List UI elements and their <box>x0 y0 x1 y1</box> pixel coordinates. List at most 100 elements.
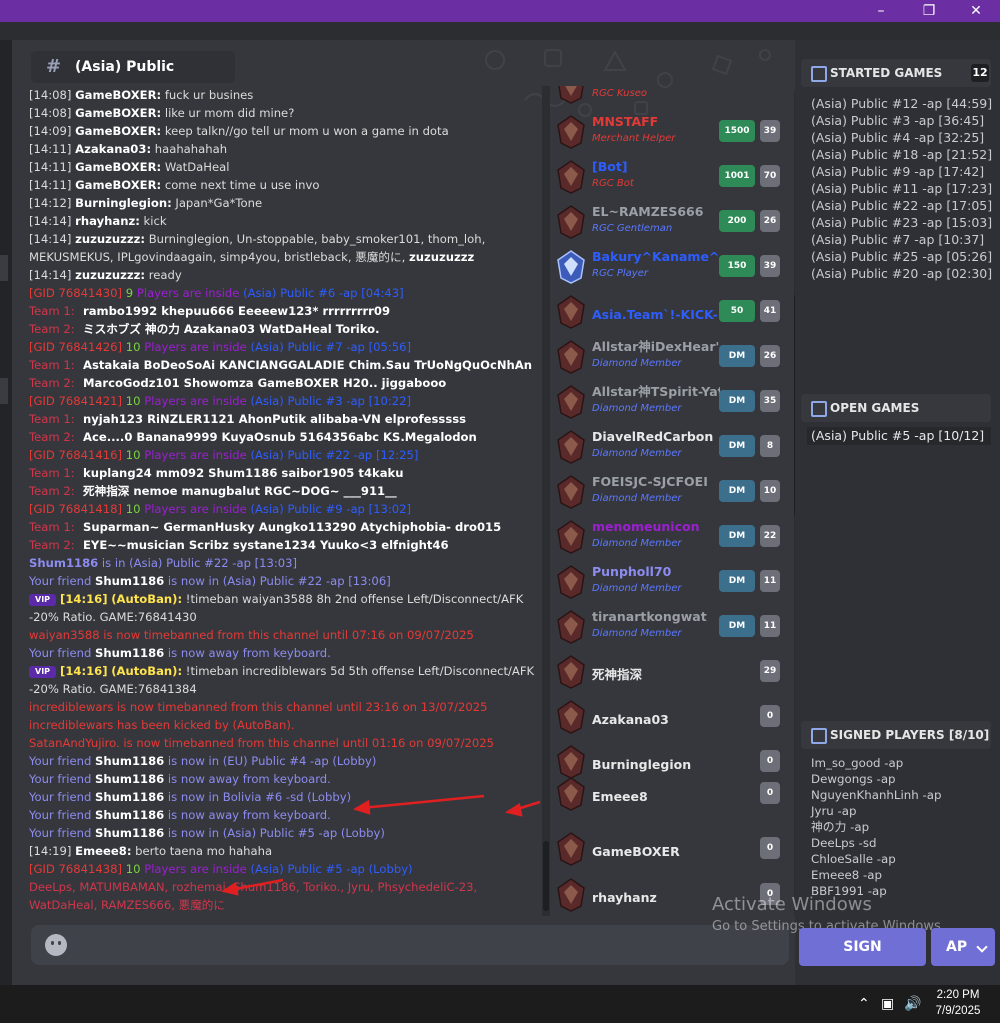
chevron-up-icon[interactable]: ⌃ <box>858 985 870 1023</box>
game-line: [GID 76841421] 10 Players are inside (As… <box>29 394 412 408</box>
mode-select[interactable]: AP <box>931 928 995 966</box>
signed-player-item: Dewgongs -ap <box>811 772 896 786</box>
friend-line: Your friend Shum1186 is now in (EU) Publ… <box>29 754 377 768</box>
started-game-item[interactable]: (Asia) Public #3 -ap [36:45] <box>811 112 992 129</box>
player-list[interactable]: RGC Kuseo MNSTAFF Merchant Helper 1500 39 [Bo… <box>556 86 795 916</box>
ban-line: incrediblewars is now timebanned from th… <box>29 700 488 714</box>
started-games-list[interactable]: (Asia) Public #12 -ap [44:59] (Asia) Publ… <box>811 95 992 282</box>
sign-button[interactable]: SIGN <box>799 928 926 966</box>
player-row[interactable]: Azakana03 0 <box>556 698 788 743</box>
volume-icon[interactable]: 🔊 <box>904 985 921 1023</box>
chat-log[interactable]: [14:08] GameBOXER: fuck ur busines [14:0… <box>29 86 541 916</box>
player-name: Punpholl70 <box>592 564 672 579</box>
player-name: Burninglegion <box>592 757 692 772</box>
rail-marker <box>0 378 8 404</box>
level-badge: 0 <box>760 705 780 727</box>
player-name: Bakury^Kaname^Ma <box>592 249 720 264</box>
rank-icon <box>557 115 585 149</box>
friend-line: Your friend Shum1186 is now in (Asia) Pu… <box>29 574 391 588</box>
player-row[interactable]: EL~RAMZES666 RGC Gentleman 200 26 <box>556 203 788 248</box>
player-row[interactable]: RGC Kuseo <box>556 86 788 113</box>
player-role: RGC Player <box>592 268 648 279</box>
started-game-item[interactable]: (Asia) Public #20 -ap [02:30] <box>811 265 992 282</box>
level-badge: 0 <box>760 750 780 772</box>
clock[interactable]: 2:20 PM 7/9/2025 <box>925 987 991 1019</box>
player-role: Diamond Member <box>592 493 682 504</box>
chat-message: [14:14] rhayhanz: kick <box>29 214 167 228</box>
player-row[interactable]: Asia.Team`!-KICK-! 50 41 <box>556 293 788 338</box>
rating-badge: DM <box>719 615 755 637</box>
vip-badge: VIP <box>29 594 57 606</box>
minimize-icon[interactable]: – <box>858 0 904 22</box>
player-name: FOEISJC-SJCFOEI <box>592 474 708 489</box>
player-row[interactable]: Allstar神iDexHear' Diamond Member DM 26 <box>556 338 788 383</box>
player-role: Diamond Member <box>592 403 682 414</box>
player-row[interactable]: tiranartkongwat Diamond Member DM 11 <box>556 608 788 653</box>
player-row[interactable]: GameBOXER 0 <box>556 830 788 875</box>
rating-badge: DM <box>719 480 755 502</box>
chat-message: [14:11] Azakana03: haahahahah <box>29 142 228 156</box>
chat-message: [14:14] zuzuzuzzz: Burninglegion, Un-sto… <box>29 232 486 264</box>
rank-icon <box>557 385 585 419</box>
chat-message: [14:14] zuzuzuzzz: ready <box>29 268 182 282</box>
started-game-item[interactable]: (Asia) Public #18 -ap [21:52] <box>811 146 992 163</box>
channel-header[interactable]: # (Asia) Public <box>31 51 235 83</box>
started-game-item[interactable]: (Asia) Public #25 -ap [05:26] <box>811 248 992 265</box>
player-name: menomeunicon <box>592 519 700 534</box>
chat-message: [14:08] GameBOXER: like ur mom did mine? <box>29 106 295 120</box>
player-role: Diamond Member <box>592 448 682 459</box>
chat-message: [14:12] Burninglegion: Japan*Ga*Tone <box>29 196 263 210</box>
started-game-item[interactable]: (Asia) Public #23 -ap [15:03] <box>811 214 992 231</box>
signed-player-item: NguyenKhanhLinh -ap <box>811 788 942 802</box>
signed-player-item: 神の力 -ap <box>811 820 870 834</box>
player-row[interactable]: Allstar神TSpirit-Yato Diamond Member DM 35 <box>556 383 788 428</box>
open-game-row[interactable]: (Asia) Public #5 -ap [10/12] <box>807 427 991 445</box>
network-icon[interactable]: ▣ <box>881 985 894 1023</box>
team-line: Team 1: rambo1992 khepuu666 Eeeeew123* rr… <box>29 304 391 318</box>
started-game-item[interactable]: (Asia) Public #4 -ap [32:25] <box>811 129 992 146</box>
started-game-item[interactable]: (Asia) Public #12 -ap [44:59] <box>811 95 992 112</box>
player-row[interactable]: Punpholl70 Diamond Member DM 11 <box>556 563 788 608</box>
player-row[interactable]: 死神指深 29 <box>556 653 788 698</box>
close-icon[interactable]: ✕ <box>953 0 999 22</box>
player-row[interactable]: [Bot] RGC Bot 1001 70 <box>556 158 788 203</box>
log-scrollbar[interactable] <box>542 86 550 916</box>
restore-icon[interactable]: ❐ <box>906 0 952 22</box>
player-row[interactable]: menomeunicon Diamond Member DM 22 <box>556 518 788 563</box>
rank-icon <box>557 832 585 866</box>
rank-icon <box>557 205 585 239</box>
checkbox-icon <box>811 66 827 82</box>
started-game-item[interactable]: (Asia) Public #9 -ap [17:42] <box>811 163 992 180</box>
activation-watermark-title: Activate Windows <box>712 894 872 915</box>
player-row[interactable]: Emeee8 0 <box>556 775 788 820</box>
signed-players-header[interactable]: SIGNED PLAYERS [8/10] <box>801 721 991 749</box>
scroll-thumb[interactable] <box>543 841 549 911</box>
friend-line: Your friend Shum1186 is now away from ke… <box>29 646 331 660</box>
rank-icon <box>557 520 585 554</box>
started-game-item[interactable]: (Asia) Public #11 -ap [17:23] <box>811 180 992 197</box>
player-name: Allstar神TSpirit-Yato <box>592 384 720 399</box>
autoban-line: VIP [14:16] (AutoBan): !timeban incredibl… <box>29 664 535 696</box>
team-line: Team 2: EYE~~musician Scribz systane1234 … <box>29 538 449 552</box>
message-composer[interactable] <box>31 925 789 965</box>
game-line: [GID 76841416] 10 Players are inside (As… <box>29 448 419 462</box>
level-badge: 39 <box>760 255 780 277</box>
rating-badge: DM <box>719 390 755 412</box>
channel-title: (Asia) Public <box>75 59 175 75</box>
top-strip <box>0 22 1000 40</box>
started-games-header[interactable]: STARTED GAMES 12 <box>801 59 991 87</box>
player-name: Azakana03 <box>592 712 669 727</box>
started-game-item[interactable]: (Asia) Public #22 -ap [17:05] <box>811 197 992 214</box>
emoji-icon[interactable] <box>45 934 67 956</box>
player-row[interactable]: Bakury^Kaname^Ma RGC Player 15039 <box>556 248 788 293</box>
player-name: [Bot] <box>592 159 628 174</box>
player-name: 死神指深 <box>592 667 643 682</box>
kick-line: incrediblewars has been kicked by (AutoB… <box>29 718 295 732</box>
open-games-header[interactable]: OPEN GAMES <box>801 394 991 422</box>
player-row[interactable]: MNSTAFF Merchant Helper 1500 39 <box>556 113 788 158</box>
rank-icon <box>558 86 584 104</box>
player-row[interactable]: DiavelRedCarbon Diamond Member DM 8 <box>556 428 788 473</box>
player-row[interactable]: FOEISJC-SJCFOEI Diamond Member DM 10 <box>556 473 788 518</box>
started-game-item[interactable]: (Asia) Public #7 -ap [10:37] <box>811 231 992 248</box>
level-badge: 11 <box>760 570 780 592</box>
